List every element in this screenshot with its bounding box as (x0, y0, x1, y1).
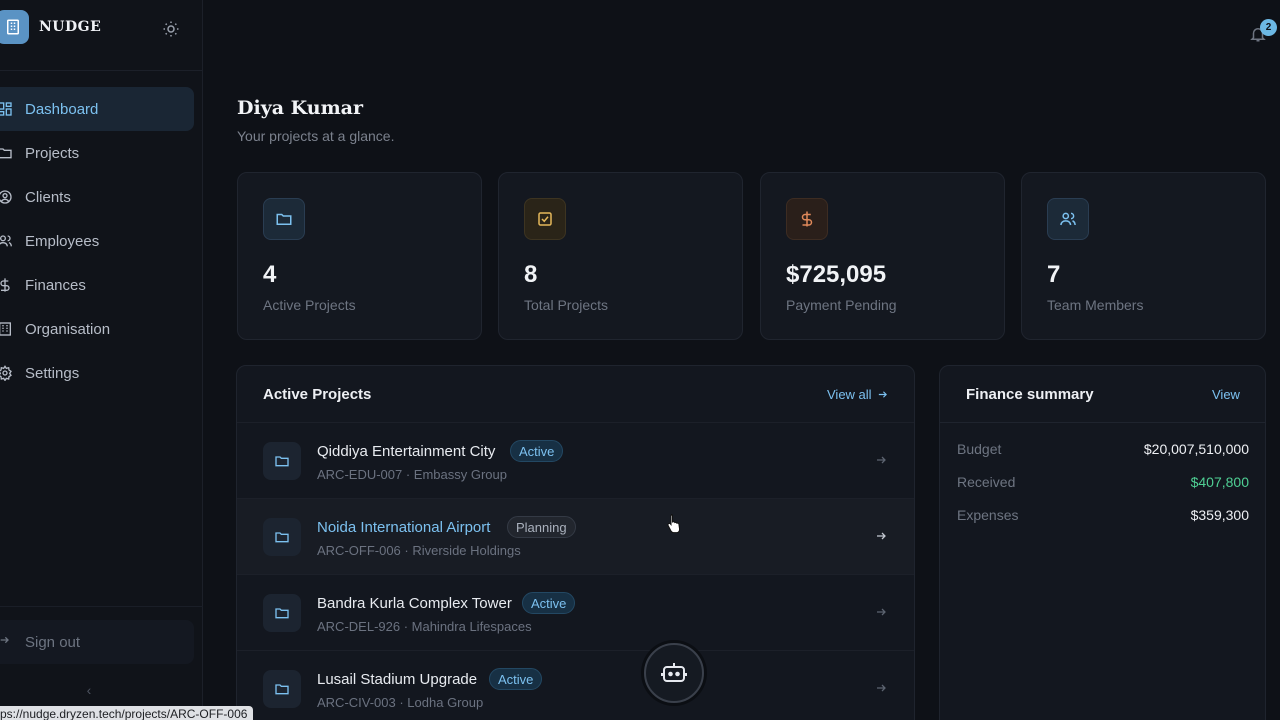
finance-row-budget: Budget $20,007,510,000 (957, 441, 1249, 461)
arrow-right-icon (875, 453, 889, 467)
finance-label: Received (957, 474, 1016, 490)
sidebar-nav: Dashboard Projects Clients Employees Fin… (0, 87, 203, 395)
project-name: Qiddiya Entertainment City (317, 443, 496, 460)
arrow-right-icon (877, 389, 888, 400)
project-meta: ARC-EDU-007 · Embassy Group (317, 467, 507, 482)
notification-badge: 2 (1260, 19, 1277, 36)
finance-value: $359,300 (1190, 507, 1249, 523)
finance-row-received: Received $407,800 (957, 474, 1249, 494)
status-badge: Active (522, 592, 576, 614)
folder-icon (263, 442, 301, 480)
status-bar-url: ps://nudge.dryzen.tech/projects/ARC-OFF-… (0, 706, 254, 720)
arrow-right-icon (875, 605, 889, 619)
panel-title: Active Projects (263, 386, 372, 403)
stat-card-active-projects: 4 Active Projects (237, 172, 482, 340)
brand[interactable]: NUDGE (0, 10, 101, 44)
stat-card-total-projects: 8 Total Projects (498, 172, 743, 340)
sidebar-item-organisation[interactable]: Organisation (0, 307, 203, 351)
panel-title: Finance summary (966, 386, 1094, 403)
layout-grid-icon (0, 100, 14, 118)
folder-icon (263, 594, 301, 632)
stat-card-payment-pending: $725,095 Payment Pending (760, 172, 1005, 340)
sidebar-item-settings[interactable]: Settings (0, 351, 203, 395)
stat-label: Active Projects (263, 297, 356, 313)
building-icon (0, 320, 14, 338)
project-name: Lusail Stadium Upgrade (317, 671, 478, 688)
folder-icon (0, 144, 14, 162)
users-icon (1047, 198, 1089, 240)
users-icon (0, 232, 14, 250)
sidebar: NUDGE Dashboard Projects Clients Employe… (0, 0, 203, 720)
sidebar-item-label: Organisation (25, 320, 111, 338)
dollar-icon (0, 276, 14, 294)
finance-value: $407,800 (1190, 474, 1249, 490)
log-out-icon (0, 632, 10, 652)
sidebar-item-label: Finances (25, 276, 86, 294)
collapse-sidebar-button[interactable]: ‹ (82, 682, 96, 700)
stat-card-team-members: 7 Team Members (1021, 172, 1266, 340)
gear-icon (0, 364, 14, 382)
sidebar-divider (0, 70, 203, 71)
sidebar-item-label: Clients (25, 188, 71, 206)
view-all-link[interactable]: View all (827, 387, 888, 402)
sidebar-item-label: Employees (25, 232, 100, 250)
finance-row-expenses: Expenses $359,300 (957, 507, 1249, 527)
project-meta: ARC-OFF-006 · Riverside Holdings (317, 543, 521, 558)
sidebar-item-label: Projects (25, 144, 80, 162)
arrow-right-icon (875, 529, 889, 543)
assistant-button[interactable] (644, 643, 704, 703)
folder-icon (263, 518, 301, 556)
sidebar-item-clients[interactable]: Clients (0, 175, 203, 219)
finance-label: Expenses (957, 507, 1019, 523)
dollar-icon (786, 198, 828, 240)
check-square-icon (524, 198, 566, 240)
sidebar-item-finances[interactable]: Finances (0, 263, 203, 307)
sidebar-item-projects[interactable]: Projects (0, 131, 203, 175)
view-finances-link[interactable]: View (1212, 387, 1240, 402)
sidebar-divider (0, 606, 203, 607)
sign-out-button[interactable]: Sign out (0, 620, 194, 664)
stat-value: 7 (1047, 261, 1061, 288)
project-meta: ARC-DEL-926 · Mahindra Lifespaces (317, 619, 532, 634)
sidebar-item-employees[interactable]: Employees (0, 219, 203, 263)
project-row[interactable]: Bandra Kurla Complex Tower Active ARC-DE… (237, 574, 914, 650)
sidebar-item-label: Settings (25, 364, 80, 382)
status-badge: Active (510, 440, 564, 462)
stat-label: Payment Pending (786, 297, 897, 313)
finance-summary-panel: Finance summary View Budget $20,007,510,… (939, 365, 1266, 720)
project-row[interactable]: Noida International Airport Planning ARC… (237, 498, 914, 574)
user-circle-icon (0, 188, 14, 206)
page-subtitle: Your projects at a glance. (237, 128, 395, 144)
sign-out-label: Sign out (25, 633, 81, 651)
project-name: Bandra Kurla Complex Tower (317, 595, 512, 612)
arrow-right-icon (875, 681, 889, 695)
finance-label: Budget (957, 441, 1002, 457)
sidebar-item-dashboard[interactable]: Dashboard (0, 87, 194, 131)
project-row[interactable]: Qiddiya Entertainment City Active ARC-ED… (237, 422, 914, 498)
brand-name: NUDGE (39, 19, 102, 35)
sun-icon[interactable] (160, 18, 182, 40)
view-all-label: View all (827, 387, 872, 402)
panel-divider (940, 422, 1265, 423)
project-name: Noida International Airport (317, 519, 491, 536)
stat-label: Total Projects (524, 297, 609, 313)
finance-value: $20,007,510,000 (1143, 441, 1249, 457)
project-meta: ARC-CIV-003 · Lodha Group (317, 695, 484, 710)
mouse-pointer-icon (666, 513, 682, 534)
page-title: Diya Kumar (237, 97, 363, 119)
project-row[interactable]: Lusail Stadium Upgrade Active ARC-CIV-00… (237, 650, 914, 720)
stat-value: 4 (263, 261, 277, 288)
stat-value: 8 (524, 261, 538, 288)
folder-icon (263, 670, 301, 708)
robot-icon (661, 661, 687, 685)
active-projects-panel: Active Projects View all Qiddiya Enterta… (236, 365, 915, 720)
status-badge: Active (489, 668, 543, 690)
stat-label: Team Members (1047, 297, 1144, 313)
sidebar-item-label: Dashboard (25, 100, 99, 118)
stat-value: $725,095 (786, 261, 887, 288)
folder-icon (263, 198, 305, 240)
building-icon (0, 10, 29, 44)
status-badge: Planning (507, 516, 576, 538)
